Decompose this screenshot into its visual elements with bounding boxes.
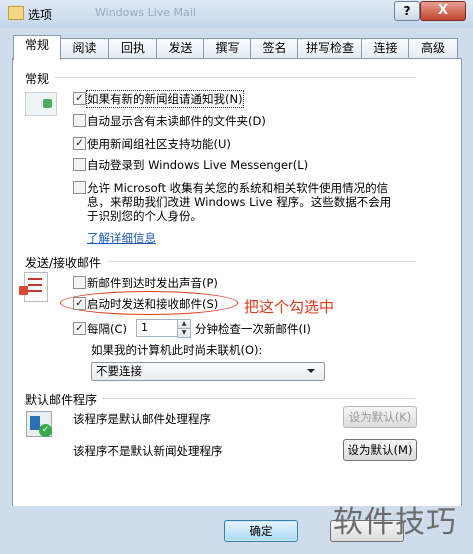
auto-signin-messenger-label: 自动登录到 Windows Live Messenger(L) [87, 158, 309, 172]
check-interval-checkbox[interactable]: ✓ [73, 322, 86, 335]
watermark-text: 软件技巧 [333, 505, 457, 540]
general-section-title: 常规 [25, 72, 50, 86]
newsgroup-community-label: 使用新闻组社区支持功能(U) [87, 137, 231, 151]
default-program-icon: ✓ [26, 411, 52, 437]
tab-send[interactable]: 发送 [156, 38, 205, 58]
notify-new-newsgroups-label: 如果有新的新闻组请通知我(N) [86, 90, 244, 108]
newsgroup-community-checkbox[interactable]: ✓ [73, 137, 86, 150]
new-mail-sound-checkbox[interactable] [73, 276, 86, 289]
new-mail-sound-label: 新邮件到达时发出声音(P) [87, 276, 218, 290]
newsgroup-envelope-icon [25, 92, 57, 116]
check-interval-input[interactable]: 1 [136, 319, 180, 337]
show-unread-folders-label: 自动显示含有未读邮件的文件夹(D) [87, 114, 266, 128]
tab-spelling[interactable]: 拼写检查 [297, 38, 363, 58]
set-default-news-button[interactable]: 设为默认(M) [343, 439, 417, 461]
ok-button[interactable]: 确定 [224, 520, 298, 542]
tab-general[interactable]: 常规 [13, 35, 61, 60]
send-receive-on-startup-label: 启动时发送和接收邮件(S) [87, 297, 219, 311]
usage-data-checkbox[interactable] [73, 181, 86, 194]
tab-connection[interactable]: 连接 [361, 38, 410, 58]
default-news-status: 该程序不是默认新闻处理程序 [73, 444, 223, 458]
offline-behavior-select[interactable]: 不要连接 [91, 362, 325, 381]
window-title: 选项 [28, 8, 53, 22]
send-receive-on-startup-checkbox[interactable]: ✓ [73, 297, 86, 310]
tab-signatures[interactable]: 签名 [250, 38, 299, 58]
default-program-section-title: 默认邮件程序 [25, 393, 98, 407]
window-ghost-title: Windows Live Mail [95, 6, 196, 19]
general-divider [55, 77, 415, 78]
auto-signin-messenger-checkbox[interactable] [73, 158, 86, 171]
spin-down-icon[interactable]: ▼ [177, 328, 191, 338]
close-button[interactable]: X [420, 1, 466, 21]
help-button[interactable]: ? [394, 1, 420, 21]
tab-advanced[interactable]: 高级 [408, 38, 458, 58]
chevron-down-icon [307, 369, 315, 373]
learn-more-link[interactable]: 了解详细信息 [87, 230, 156, 246]
app-icon [8, 6, 24, 20]
default-program-divider [102, 398, 415, 399]
tab-compose[interactable]: 撰写 [203, 38, 252, 58]
notify-new-newsgroups-checkbox[interactable]: ✓ [73, 92, 86, 105]
default-mail-status: 该程序是默认邮件处理程序 [73, 412, 211, 426]
check-interval-suffix: 分钟检查一次新邮件(I) [195, 322, 311, 336]
annotation-text: 把这个勾选中 [244, 298, 335, 316]
check-interval-prefix: 每隔(C) [87, 322, 128, 336]
show-unread-folders-checkbox[interactable] [73, 114, 86, 127]
send-receive-mail-icon [19, 272, 48, 302]
usage-data-label-line3: 于识别您的个人身份。 [87, 209, 202, 223]
offline-behavior-label: 如果我的计算机此时尚未联机(O): [91, 343, 263, 357]
send-receive-section-title: 发送/接收邮件 [25, 256, 102, 270]
tab-receipts[interactable]: 回执 [108, 38, 158, 58]
tab-read[interactable]: 阅读 [59, 38, 110, 58]
send-receive-divider [108, 261, 415, 262]
set-default-mail-button[interactable]: 设为默认(K) [343, 406, 417, 428]
